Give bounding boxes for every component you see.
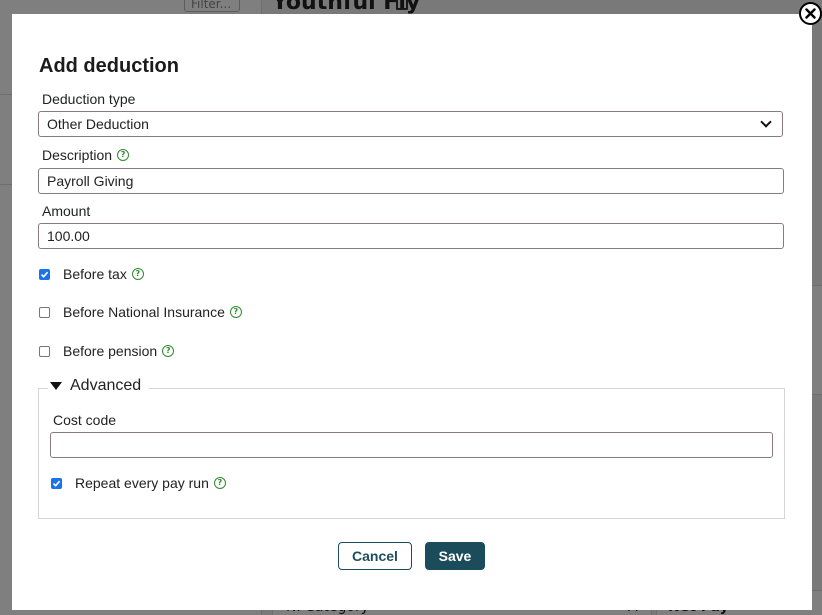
before-tax-row[interactable]: Before tax ? <box>39 266 144 282</box>
caret-down-icon <box>50 382 62 390</box>
chevron-down-icon <box>760 116 772 128</box>
before-ni-label: Before National Insurance <box>63 304 225 320</box>
deduction-type-value: Other Deduction <box>47 116 149 132</box>
before-ni-row[interactable]: Before National Insurance ? <box>39 304 242 320</box>
add-deduction-modal: Add deduction Deduction type Other Deduc… <box>12 14 812 610</box>
help-icon[interactable]: ? <box>213 477 226 489</box>
modal-title: Add deduction <box>39 55 179 77</box>
check-icon <box>52 480 61 487</box>
close-button[interactable] <box>799 2 822 25</box>
cost-code-input[interactable] <box>50 432 773 458</box>
cancel-button[interactable]: Cancel <box>338 542 412 570</box>
amount-label-text: Amount <box>42 203 91 219</box>
before-ni-checkbox[interactable] <box>39 306 50 318</box>
amount-label: Amount <box>42 203 90 219</box>
description-input[interactable]: Payroll Giving <box>38 168 784 194</box>
help-icon[interactable]: ? <box>117 149 130 161</box>
deduction-type-select[interactable]: Other Deduction <box>38 111 783 137</box>
help-icon[interactable]: ? <box>131 268 144 280</box>
advanced-legend-text: Advanced <box>70 377 142 394</box>
before-pension-row[interactable]: Before pension ? <box>39 343 175 359</box>
description-label-text: Description <box>42 147 113 163</box>
before-pension-label: Before pension <box>63 343 158 359</box>
before-pension-checkbox[interactable] <box>39 345 50 357</box>
cost-code-label: Cost code <box>53 412 116 428</box>
cost-code-label-text: Cost code <box>53 412 117 428</box>
before-tax-checkbox[interactable] <box>39 268 50 280</box>
check-icon <box>40 271 49 278</box>
help-icon[interactable]: ? <box>162 345 175 357</box>
help-icon[interactable]: ? <box>229 306 242 318</box>
deduction-type-label: Deduction type <box>42 91 135 107</box>
before-tax-label: Before tax <box>63 266 127 282</box>
advanced-toggle[interactable]: Advanced <box>48 377 150 395</box>
save-button[interactable]: Save <box>425 542 485 570</box>
repeat-label: Repeat every pay run <box>75 475 209 491</box>
description-label: Description ? <box>42 147 130 163</box>
repeat-row[interactable]: Repeat every pay run ? <box>51 475 226 491</box>
repeat-checkbox[interactable] <box>51 477 62 489</box>
close-icon <box>805 8 816 19</box>
amount-input[interactable]: 100.00 <box>38 223 784 249</box>
deduction-type-label-text: Deduction type <box>42 91 136 107</box>
